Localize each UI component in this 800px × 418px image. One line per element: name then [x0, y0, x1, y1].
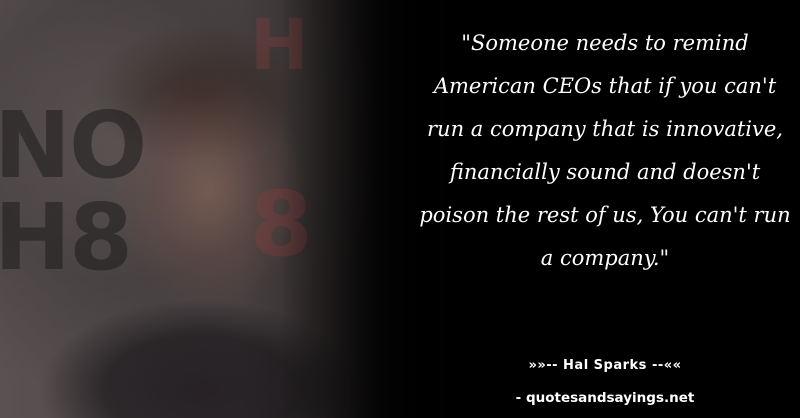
quote-image: NO H8 H 8 "Someone needs to remind Ameri…: [0, 0, 800, 418]
backdrop-letters: NO: [0, 92, 147, 199]
quote-author: »»-- Hal Sparks --««: [528, 358, 682, 373]
backdrop-letters: H8: [0, 184, 133, 291]
quote-text: "Someone needs to remind American CEOs t…: [419, 31, 791, 270]
source-watermark: - quotesandsayings.net: [515, 390, 695, 406]
